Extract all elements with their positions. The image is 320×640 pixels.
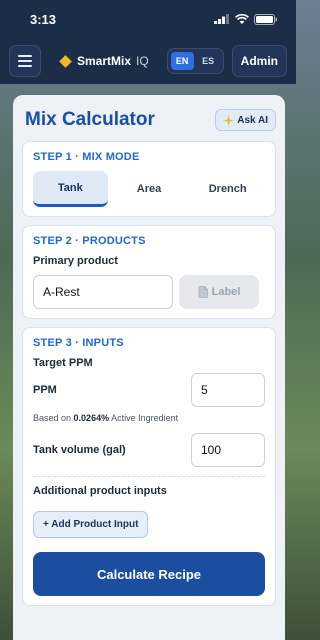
sparkle-icon	[223, 114, 235, 126]
tank-volume-row: Tank volume (gal) 100	[33, 433, 265, 467]
app-bar: SmartMix IQ EN ES Admin	[0, 38, 296, 84]
primary-product-input[interactable]: A-Rest	[33, 275, 173, 309]
menu-button[interactable]	[9, 45, 41, 77]
language-toggle: EN ES	[166, 48, 224, 74]
brand-name: SmartMix	[77, 54, 132, 68]
ppm-row: PPM 5	[33, 373, 265, 407]
wifi-icon	[235, 14, 249, 24]
page-title: Mix Calculator	[25, 109, 155, 130]
mix-calculator-card: Mix Calculator Ask AI STEP 1 · MIX MODE …	[13, 95, 285, 640]
card-header: Mix Calculator Ask AI	[22, 105, 276, 135]
brand-suffix: IQ	[136, 54, 149, 68]
hamburger-icon	[18, 55, 32, 57]
document-icon	[198, 286, 208, 298]
status-time: 3:13	[30, 11, 57, 27]
ppm-input[interactable]: 5	[191, 373, 265, 407]
ask-ai-button[interactable]: Ask AI	[215, 109, 276, 131]
hint-percentage: 0.0264%	[73, 413, 110, 423]
brand-diamond-icon	[59, 54, 72, 68]
status-bar: 3:13	[0, 0, 296, 38]
signal-icon	[214, 14, 229, 24]
primary-product-label: Primary product	[33, 255, 118, 267]
brand-logo: SmartMix IQ	[59, 54, 149, 68]
step3-heading: STEP 3 · INPUTS	[33, 337, 124, 349]
label-button-text: Label	[211, 286, 241, 298]
tank-volume-label: Tank volume (gal)	[33, 444, 126, 456]
tab-drench[interactable]: Drench	[190, 171, 265, 207]
step3-section: STEP 3 · INPUTS Target PPM PPM 5 Based o…	[22, 327, 276, 606]
tab-area[interactable]: Area	[112, 171, 187, 207]
admin-button[interactable]: Admin	[231, 45, 287, 77]
mix-mode-tabs: Tank Area Drench	[33, 171, 265, 207]
label-button[interactable]: Label	[179, 275, 259, 309]
tank-volume-input[interactable]: 100	[191, 433, 265, 467]
add-product-input-button[interactable]: + Add Product Input	[33, 511, 149, 538]
primary-product-row: A-Rest Label	[33, 275, 265, 309]
step2-heading: STEP 2 · PRODUCTS	[33, 235, 146, 247]
tab-tank[interactable]: Tank	[33, 171, 108, 207]
step1-heading: STEP 1 · MIX MODE	[33, 151, 140, 163]
battery-icon	[254, 13, 277, 25]
hint-prefix: Based on	[33, 413, 72, 423]
hint-suffix: Active Ingredient	[111, 413, 179, 423]
step2-section: STEP 2 · PRODUCTS Primary product A-Rest…	[22, 225, 276, 319]
ppm-label: PPM	[33, 384, 57, 396]
language-en-button[interactable]: EN	[170, 52, 194, 70]
target-ppm-label: Target PPM	[33, 357, 93, 369]
step1-section: STEP 1 · MIX MODE Tank Area Drench	[22, 141, 276, 217]
ask-ai-label: Ask AI	[237, 114, 268, 126]
language-es-button[interactable]: ES	[197, 52, 220, 70]
additional-inputs-label: Additional product inputs	[33, 485, 167, 497]
active-ingredient-hint: Based on 0.0264% Active Ingredient	[33, 413, 265, 423]
divider	[33, 476, 265, 477]
status-icons	[214, 13, 278, 25]
calculate-recipe-button[interactable]: Calculate Recipe	[33, 552, 265, 596]
